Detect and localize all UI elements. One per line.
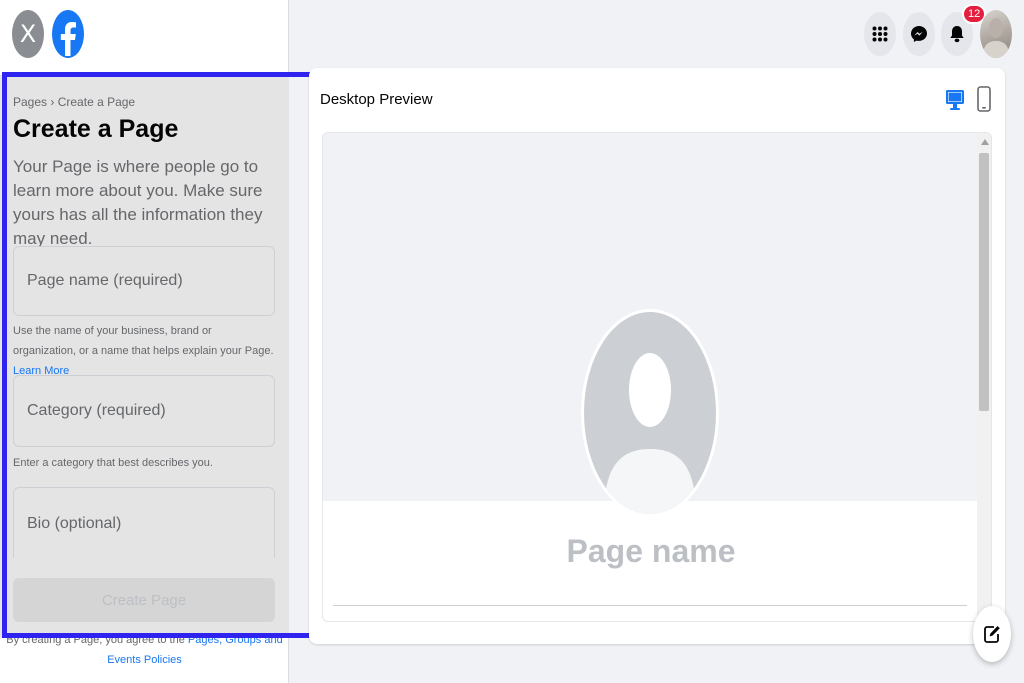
terms-prefix: By creating a Page, you agree to the	[6, 634, 185, 646]
page-name-help-text: Use the name of your business, brand or …	[13, 325, 274, 357]
scroll-thumb[interactable]	[979, 153, 989, 411]
avatar[interactable]	[980, 10, 1012, 58]
preview-page-name: Page name	[566, 533, 736, 569]
close-icon: X	[12, 10, 44, 58]
page-description: Your Page is where people go to learn mo…	[13, 157, 263, 248]
mobile-preview-button[interactable]	[977, 86, 991, 112]
create-page-sidebar: X Pages › Create a Page Create a Page Yo…	[0, 0, 289, 683]
bio-field[interactable]: Bio (optional)	[13, 487, 275, 559]
preview-scrollbar[interactable]	[977, 133, 991, 621]
facebook-logo-icon[interactable]	[52, 10, 84, 58]
placeholder-button	[837, 621, 921, 622]
compose-icon	[984, 626, 1000, 643]
breadcrumb-separator: ›	[50, 95, 55, 109]
category-field[interactable]: Category (required)	[13, 375, 275, 447]
menu-grid-icon	[872, 26, 888, 42]
page-name-field[interactable]: Page name (required)	[13, 246, 275, 316]
page-name-help: Use the name of your business, brand or …	[13, 321, 275, 381]
profile-placeholder-icon	[584, 312, 716, 514]
create-page-button[interactable]: Create Page	[13, 578, 275, 622]
breadcrumb: Pages › Create a Page	[13, 95, 135, 109]
page-preview: Page name	[322, 132, 992, 622]
new-message-button[interactable]	[973, 606, 1011, 662]
mobile-icon	[977, 86, 991, 112]
messenger-button[interactable]	[903, 12, 935, 56]
preview-title: Desktop Preview	[320, 91, 433, 108]
desktop-preview-button[interactable]	[945, 88, 965, 112]
form-area	[0, 75, 289, 558]
breadcrumb-current: Create a Page	[57, 95, 136, 109]
menu-button[interactable]	[864, 12, 896, 56]
placeholder-button	[757, 621, 829, 622]
profile-picture	[581, 309, 719, 517]
bell-icon	[950, 26, 964, 43]
preview-divider	[333, 605, 967, 606]
desktop-icon	[946, 90, 964, 110]
category-help: Enter a category that best describes you…	[13, 457, 213, 469]
close-button[interactable]: X	[12, 10, 44, 58]
breadcrumb-pages-link[interactable]: Pages	[13, 95, 47, 109]
scroll-up-arrow-icon[interactable]	[981, 139, 989, 145]
terms-text: By creating a Page, you agree to the Pag…	[0, 630, 289, 670]
placeholder-button	[929, 621, 967, 622]
top-icons: X	[12, 10, 84, 58]
messenger-icon	[911, 26, 927, 42]
page-title: Create a Page	[13, 115, 179, 143]
